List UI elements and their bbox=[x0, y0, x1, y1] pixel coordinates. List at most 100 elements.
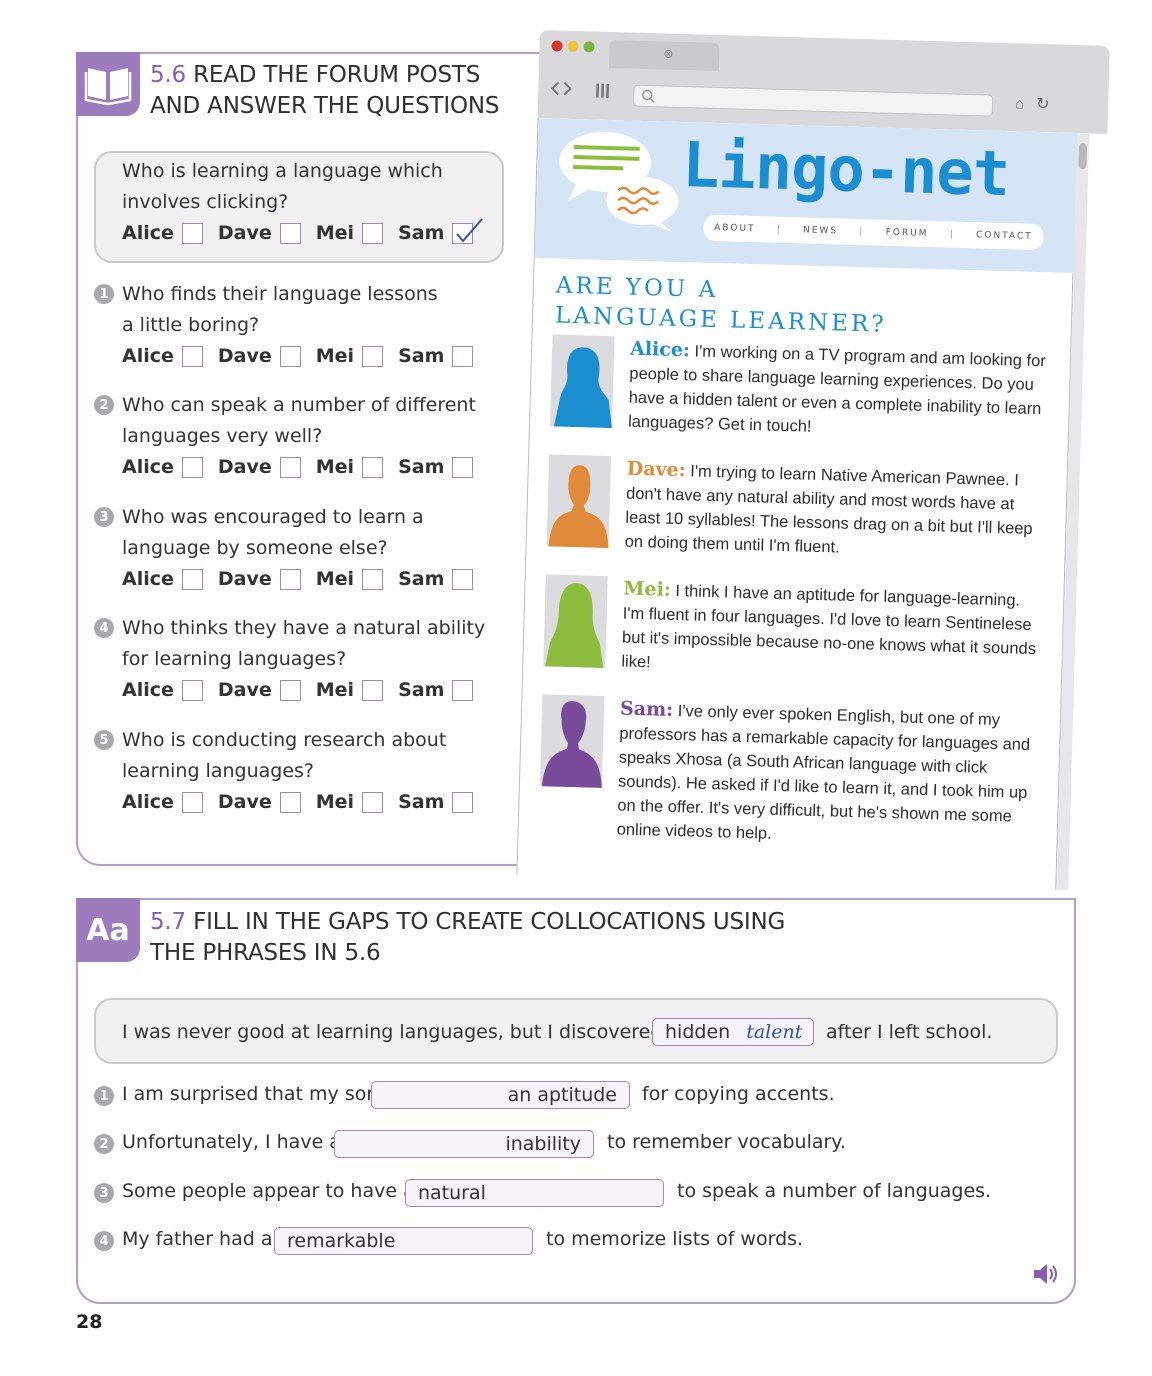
gap-printed-word: remarkable bbox=[287, 1230, 396, 1252]
nav-contact[interactable]: CONTACT bbox=[976, 230, 1033, 242]
checkbox-dave[interactable] bbox=[279, 456, 301, 478]
question-text: language by someone else? bbox=[122, 537, 388, 559]
post-text: I think I have an aptitude for language-… bbox=[621, 582, 1037, 672]
back-forward-icon bbox=[550, 81, 610, 98]
checkbox-sam[interactable] bbox=[452, 345, 474, 367]
nav-separator: | bbox=[776, 224, 782, 235]
answer-options: Alice Dave Mei Sam bbox=[122, 217, 488, 246]
question-3: 3 Who was encouraged to learn a language… bbox=[94, 502, 488, 592]
option-label: Mei bbox=[315, 679, 355, 701]
question-text: a little boring? bbox=[122, 314, 260, 336]
option-label: Sam bbox=[398, 345, 445, 367]
refresh-icon[interactable]: ↻ bbox=[1036, 94, 1050, 114]
book-icon bbox=[84, 68, 132, 106]
browser-page: Lingo-net ABOUT | NEWS | FORUM | CONTACT… bbox=[516, 117, 1079, 890]
avatar bbox=[549, 334, 615, 429]
checkbox-mei[interactable] bbox=[362, 456, 384, 478]
title-line-1: FILL IN THE GAPS TO CREATE COLLOCATIONS … bbox=[193, 909, 786, 935]
checkbox-dave[interactable] bbox=[279, 345, 301, 367]
checkbox-sam[interactable] bbox=[452, 456, 474, 478]
avatar bbox=[543, 574, 608, 669]
checkbox-sam[interactable] bbox=[452, 568, 474, 590]
option-label: Mei bbox=[315, 222, 355, 244]
question-2: 2 Who can speak a number of different la… bbox=[94, 390, 488, 480]
sentence-after: to speak a number of languages. bbox=[677, 1180, 992, 1202]
checkbox-dave[interactable] bbox=[279, 791, 301, 813]
option-label: Dave bbox=[217, 568, 272, 590]
question-number: 5 bbox=[94, 730, 114, 750]
checkbox-mei[interactable] bbox=[362, 222, 384, 244]
question-1: 1 Who finds their language lessons a lit… bbox=[94, 279, 488, 369]
checkbox-alice[interactable] bbox=[181, 222, 203, 244]
example-before: I was never good at learning languages, … bbox=[122, 1021, 681, 1043]
checkbox-dave[interactable] bbox=[279, 222, 301, 244]
option-label: Dave bbox=[217, 791, 272, 813]
checkbox-alice[interactable] bbox=[181, 791, 203, 813]
site-header: Lingo-net ABOUT | NEWS | FORUM | CONTACT bbox=[534, 117, 1079, 274]
close-dot-icon bbox=[551, 40, 563, 52]
browser-tab: ⊗ bbox=[608, 39, 720, 72]
audio-speaker-icon[interactable] bbox=[1032, 1261, 1062, 1287]
sentence-number: 4 bbox=[94, 1231, 114, 1251]
gap-handwritten-answer: talent bbox=[746, 1021, 803, 1043]
checkbox-dave[interactable] bbox=[279, 679, 301, 701]
post-author: Dave: bbox=[626, 457, 687, 482]
sentence-number: 1 bbox=[94, 1086, 114, 1106]
person-silhouette-icon bbox=[541, 701, 602, 789]
checkbox-mei[interactable] bbox=[362, 345, 384, 367]
home-icon[interactable]: ⌂ bbox=[1015, 95, 1025, 112]
checkbox-mei[interactable] bbox=[362, 791, 384, 813]
sentence-after: for copying accents. bbox=[642, 1083, 835, 1105]
nav-forum[interactable]: FORUM bbox=[885, 228, 928, 239]
question-text: Who is learning a language which bbox=[122, 160, 443, 182]
forum-post-sam: Sam: I've only ever spoken English, but … bbox=[539, 694, 1047, 843]
question-text: Who is conducting research about bbox=[122, 729, 447, 751]
nav-separator: | bbox=[949, 229, 955, 240]
sentence-number: 2 bbox=[94, 1134, 114, 1154]
option-label: Alice bbox=[122, 791, 174, 813]
checkbox-dave[interactable] bbox=[279, 568, 301, 590]
question-text: involves clicking? bbox=[122, 191, 289, 213]
checkbox-mei[interactable] bbox=[362, 679, 384, 701]
checkbox-sam[interactable] bbox=[452, 791, 474, 813]
answer-options: Alice Dave Mei Sam bbox=[122, 677, 488, 703]
option-label: Alice bbox=[122, 568, 174, 590]
gap-input[interactable]: remarkable bbox=[274, 1227, 533, 1255]
post-body: Sam: I've only ever spoken English, but … bbox=[616, 697, 1040, 854]
scrollbar-thumb[interactable] bbox=[1078, 143, 1088, 170]
forum-heading: ARE YOU A LANGUAGE LEARNER? bbox=[555, 271, 888, 340]
question-number: 2 bbox=[94, 395, 114, 415]
example-gap[interactable]: hidden talent bbox=[652, 1018, 814, 1046]
option-label: Mei bbox=[315, 568, 355, 590]
post-author: Sam: bbox=[619, 697, 674, 721]
question-number: 1 bbox=[94, 284, 114, 304]
gap-input[interactable]: inability bbox=[334, 1130, 594, 1158]
site-logo[interactable]: Lingo-net bbox=[681, 128, 1010, 210]
browser-window: ⊗ ⌂ ↻ Lingo-net ABOUT | NEWS | FORUM | C… bbox=[516, 30, 1110, 891]
nav-about[interactable]: ABOUT bbox=[714, 223, 756, 234]
checkbox-sam-checked[interactable] bbox=[452, 217, 484, 244]
sentence-number: 3 bbox=[94, 1183, 114, 1203]
checkbox-mei[interactable] bbox=[362, 568, 384, 590]
question-text: Who thinks they have a natural ability bbox=[122, 617, 486, 639]
option-label: Sam bbox=[398, 456, 445, 478]
checkbox-alice[interactable] bbox=[181, 345, 203, 367]
answer-options: Alice Dave Mei Sam bbox=[122, 454, 488, 480]
gap-input[interactable]: natural bbox=[405, 1179, 664, 1207]
tab-close-icon: ⊗ bbox=[663, 46, 674, 61]
nav-news[interactable]: NEWS bbox=[803, 225, 838, 236]
option-label: Alice bbox=[122, 679, 174, 701]
section-5-6-title: 5.6 READ THE FORUM POSTS AND ANSWER THE … bbox=[150, 60, 499, 122]
section-number: 5.7 bbox=[150, 909, 186, 935]
answer-options: Alice Dave Mei Sam bbox=[122, 566, 488, 592]
checkbox-alice[interactable] bbox=[181, 568, 203, 590]
person-silhouette-icon bbox=[545, 583, 604, 669]
checkbox-alice[interactable] bbox=[181, 679, 203, 701]
gap-printed-word: hidden bbox=[665, 1021, 731, 1043]
checkbox-sam[interactable] bbox=[452, 679, 474, 701]
gap-printed-word: an aptitude bbox=[507, 1084, 617, 1106]
checkbox-alice[interactable] bbox=[181, 456, 203, 478]
sentence-before: Some people appear to have a bbox=[122, 1180, 415, 1202]
gap-input[interactable]: an aptitude bbox=[371, 1081, 630, 1109]
url-bar[interactable] bbox=[632, 84, 994, 117]
